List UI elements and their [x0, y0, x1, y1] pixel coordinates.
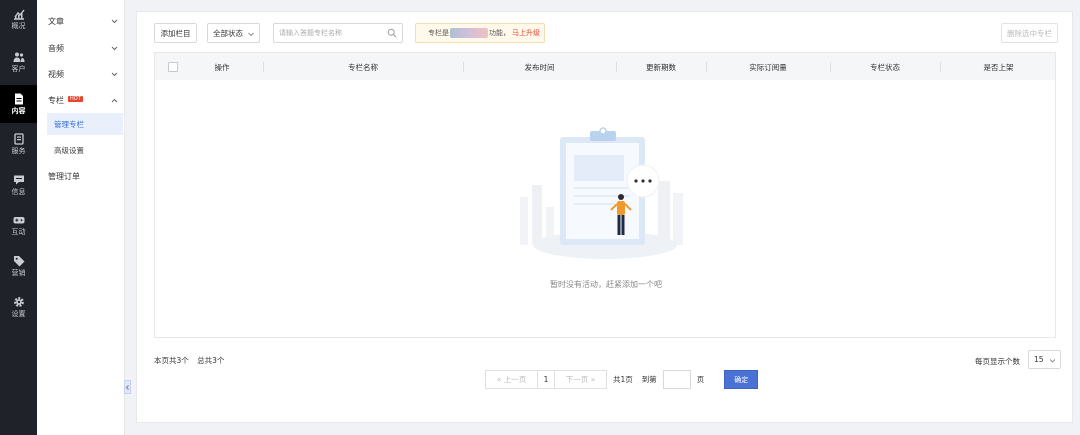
submenu-item-video[interactable]: 视频 — [48, 67, 121, 82]
submenu-item-column[interactable]: 专栏 HOT — [48, 93, 121, 108]
chevron-up-icon — [111, 98, 118, 103]
next-page-label: 下一页 — [565, 375, 589, 384]
users-icon — [13, 52, 24, 62]
hot-badge: HOT — [68, 95, 83, 102]
submenu-label: 管理专栏 — [54, 119, 84, 129]
chevron-left-icon — [125, 384, 129, 390]
per-page-value: 15 — [1034, 355, 1044, 364]
table-body: 暂时没有活动，赶紧添加一个吧 — [154, 80, 1056, 338]
gamepad-icon — [13, 217, 24, 224]
submenu-label: 专栏 — [48, 96, 64, 105]
page-summary: 本页共3个 总共3个 — [154, 355, 230, 366]
add-column-button[interactable]: 添加栏目 — [154, 23, 197, 43]
service-icon — [13, 133, 24, 145]
rail-item-service[interactable]: 服务 — [0, 125, 37, 163]
rail-label: 互动 — [11, 228, 26, 236]
document-icon — [14, 93, 23, 105]
content-submenu: 文章 音频 视频 专栏 HOT 管理专栏 高级设置 管理订单 — [37, 0, 125, 435]
main-panel: 添加栏目 全部状态 专栏是 功能， 马上升级 删除选中专栏 操作 专栏名称 发布… — [136, 11, 1073, 423]
page-unit: 页 — [696, 375, 705, 384]
rail-item-content[interactable]: 内容 — [0, 85, 37, 123]
submenu-label: 高级设置 — [54, 145, 84, 155]
message-icon — [13, 175, 24, 185]
rail-item-overview[interactable]: 概况 — [0, 0, 37, 38]
tag-icon — [13, 256, 24, 267]
page-count: 本页共3个 — [154, 356, 189, 365]
search-icon[interactable] — [387, 28, 397, 38]
rail-item-customers[interactable]: 客户 — [0, 43, 37, 81]
total-pages: 共1页 — [613, 375, 633, 384]
collapse-submenu-button[interactable] — [124, 380, 131, 394]
submenu-label: 管理订单 — [48, 172, 80, 181]
rail-label: 服务 — [11, 147, 26, 155]
submenu-item-advanced-settings[interactable]: 高级设置 — [47, 139, 123, 161]
column-header-action: 操作 — [214, 62, 230, 72]
rail-label: 营销 — [11, 269, 26, 277]
submenu-item-articles[interactable]: 文章 — [48, 14, 121, 29]
submenu-item-manage-orders[interactable]: 管理订单 — [48, 169, 121, 184]
empty-state-text: 暂时没有活动，赶紧添加一个吧 — [550, 280, 662, 289]
chevron-down-icon — [111, 72, 118, 77]
rail-label: 信息 — [11, 188, 26, 196]
blurred-text — [450, 28, 488, 38]
per-page-select[interactable]: 15 — [1028, 350, 1061, 369]
rail-item-message[interactable]: 信息 — [0, 166, 37, 204]
search-input[interactable] — [274, 24, 384, 42]
chevron-down-icon — [111, 46, 118, 51]
upgrade-link[interactable]: 马上升级 — [512, 28, 540, 38]
rail-label: 概况 — [11, 22, 26, 30]
column-header-issues: 更新期数 — [646, 62, 676, 72]
search-box — [273, 23, 403, 43]
notice-suffix: 功能， — [489, 29, 510, 37]
double-chevron-right-icon: » — [588, 375, 596, 384]
chevron-down-icon — [248, 32, 254, 37]
column-header-name: 专栏名称 — [348, 62, 378, 72]
confirm-jump-button[interactable]: 确定 — [724, 370, 759, 389]
rail-item-interaction[interactable]: 互动 — [0, 206, 37, 244]
submenu-label: 音频 — [48, 44, 64, 53]
gear-icon — [13, 297, 24, 307]
column-header-subscribers: 实际订阅量 — [749, 62, 787, 72]
total-count: 总共3个 — [197, 356, 225, 365]
jump-page-input[interactable] — [662, 370, 691, 389]
rail-label: 客户 — [11, 65, 26, 73]
submenu-label: 文章 — [48, 17, 64, 26]
chevron-down-icon — [111, 19, 118, 24]
prev-page-button[interactable]: « 上一页 — [485, 370, 538, 389]
rail-item-settings[interactable]: 设置 — [0, 288, 37, 326]
prev-page-label: 上一页 — [503, 375, 527, 384]
empty-state-illustration — [520, 127, 683, 259]
notice-prefix: 专栏是 — [428, 29, 449, 37]
submenu-label: 视频 — [48, 70, 64, 79]
table-header: 操作 专栏名称 发布时间 更新期数 实际订阅量 专栏状态 是否上架 — [154, 52, 1056, 80]
pagination: « 上一页 1 下一页 » 共1页 到第 页 确定 — [485, 370, 759, 389]
nav-rail: 概况 客户 内容 服务 信息 互动 营销 设置 — [0, 0, 37, 435]
rail-item-marketing[interactable]: 营销 — [0, 247, 37, 285]
submenu-item-manage-column[interactable]: 管理专栏 — [47, 113, 123, 135]
chart-icon — [13, 9, 25, 20]
rail-label: 内容 — [11, 107, 26, 115]
page-number-1[interactable]: 1 — [538, 370, 554, 389]
status-select-value: 全部状态 — [213, 28, 243, 38]
select-all-checkbox[interactable] — [168, 62, 178, 72]
double-chevron-left-icon: « — [496, 375, 504, 384]
column-header-status: 专栏状态 — [870, 62, 900, 72]
column-header-listed: 是否上架 — [983, 62, 1014, 72]
next-page-button[interactable]: 下一页 » — [554, 370, 607, 389]
status-select[interactable]: 全部状态 — [207, 23, 260, 43]
column-header-publish-time: 发布时间 — [524, 62, 555, 72]
per-page-label: 每页显示个数 — [975, 357, 1020, 366]
jump-label: 到第 — [641, 375, 657, 384]
upgrade-notice: 专栏是 功能， 马上升级 — [415, 23, 545, 43]
chevron-down-icon — [1049, 359, 1056, 363]
delete-selected-button[interactable]: 删除选中专栏 — [1001, 23, 1058, 43]
submenu-item-audio[interactable]: 音频 — [48, 41, 121, 56]
rail-label: 设置 — [11, 310, 26, 318]
